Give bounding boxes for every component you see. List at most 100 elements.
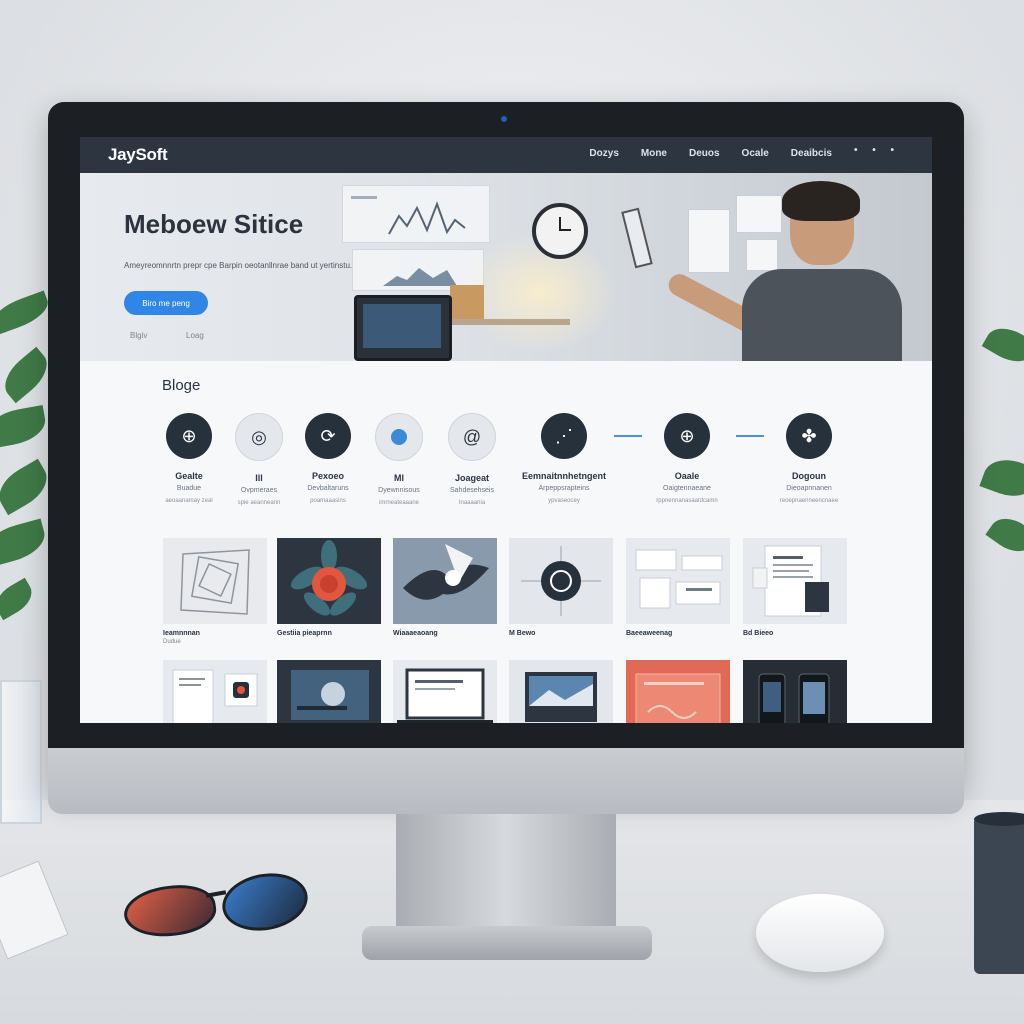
category-item[interactable]: ⊕ Oaale Oaigtennaeane rppnennanasaatdcam… bbox=[641, 413, 733, 504]
hero-subtitle: Ameyreomnnrtn prepr cpe Barpin oeotanlln… bbox=[124, 261, 353, 270]
orbit-icon: ⟳ bbox=[305, 413, 351, 459]
water-glass bbox=[0, 680, 42, 824]
category-desc: ypvaseocey bbox=[548, 498, 580, 504]
card-title: M Bewo bbox=[509, 630, 536, 637]
category-desc: Dieoapnnanen bbox=[786, 485, 832, 492]
flower-icon: ✤ bbox=[786, 413, 832, 459]
blog-card[interactable] bbox=[393, 660, 497, 723]
blog-card[interactable]: Wiaaaeaoang bbox=[393, 538, 497, 639]
tablet-icon bbox=[621, 207, 653, 269]
hero-banner: Meboew Sitice Ameyreomnnrtn prepr cpe Ba… bbox=[80, 173, 932, 361]
globe-icon: ⊕ bbox=[664, 413, 710, 459]
blog-card[interactable] bbox=[277, 660, 381, 723]
laptop-icon bbox=[354, 295, 452, 361]
card-thumbnail bbox=[509, 538, 613, 624]
category-desc: Sahdesehseis bbox=[450, 487, 494, 494]
geometric-art-icon bbox=[180, 549, 250, 615]
connector-line bbox=[614, 435, 642, 437]
hero-title: Meboew Sitice bbox=[124, 209, 304, 239]
category-name: Dogoun bbox=[792, 471, 826, 481]
chart-icon: ⋰ bbox=[541, 413, 587, 459]
laptop-icon bbox=[397, 668, 493, 723]
card-title: Baeeaweenag bbox=[626, 630, 673, 637]
nav-link[interactable]: Mone bbox=[641, 148, 667, 159]
card-thumbnail bbox=[743, 660, 847, 723]
nav-link[interactable]: Dozys bbox=[589, 148, 618, 159]
blog-card[interactable]: Ieamnnnan Dudue bbox=[163, 538, 267, 645]
nav-link[interactable]: Deuos bbox=[689, 148, 720, 159]
wall-clock-icon bbox=[532, 203, 588, 259]
category-name: Joageat bbox=[454, 473, 489, 483]
section-title: Bloge bbox=[162, 377, 201, 394]
blog-card[interactable] bbox=[743, 660, 847, 723]
card-thumbnail bbox=[393, 538, 497, 624]
card-thumbnail bbox=[626, 660, 730, 723]
screen-icon bbox=[291, 670, 369, 720]
hero-link[interactable]: Loag bbox=[186, 331, 204, 340]
category-desc: Oaigtennaeane bbox=[663, 485, 711, 492]
rose-icon bbox=[290, 540, 368, 616]
blog-card[interactable] bbox=[626, 660, 730, 723]
nav-link[interactable]: Ocale bbox=[742, 148, 769, 159]
ui-mockup-icon bbox=[635, 549, 723, 609]
website-screen: JaySoft Dozys Mone Deuos Ocale Deaibcis … bbox=[80, 137, 932, 723]
mug-icon bbox=[974, 818, 1024, 974]
desk-illustration bbox=[440, 319, 570, 325]
category-desc: rppnennanasaatdcamn bbox=[656, 498, 718, 504]
document-icon bbox=[172, 669, 258, 723]
nav-links: Dozys Mone Deuos Ocale Deaibcis • • • bbox=[589, 145, 900, 159]
card-thumbnail bbox=[743, 538, 847, 624]
connector-line bbox=[736, 435, 764, 437]
blog-card[interactable]: Bd Bieeo bbox=[743, 538, 847, 639]
category-item[interactable]: @ Joageat Sahdesehseis Inaaaania bbox=[426, 413, 518, 506]
category-item[interactable]: ✤ Dogoun Dieoapnnanen reoepnaenneencnaee bbox=[763, 413, 855, 504]
card-title: Gestiia pieaprnn bbox=[277, 630, 332, 637]
card-thumbnail bbox=[626, 538, 730, 624]
webcam-icon bbox=[501, 116, 507, 122]
card-thumbnail bbox=[393, 660, 497, 723]
blog-card[interactable]: Baeeaweenag bbox=[626, 538, 730, 639]
target-icon bbox=[521, 546, 601, 616]
monitor-chin bbox=[48, 748, 964, 814]
category-desc: Inaaaania bbox=[458, 500, 486, 506]
blog-card[interactable] bbox=[509, 660, 613, 723]
category-name: Oaale bbox=[674, 471, 700, 481]
nav-link[interactable]: Deaibcis bbox=[791, 148, 832, 159]
hero-cta-button[interactable]: Biro me peng bbox=[124, 291, 208, 315]
monitor-stand bbox=[396, 814, 616, 934]
circle-icon bbox=[375, 413, 423, 461]
blog-card[interactable]: M Bewo bbox=[509, 538, 613, 639]
more-menu-icon[interactable]: • • • bbox=[854, 145, 900, 159]
globe-icon: ⊕ bbox=[166, 413, 212, 459]
document-icon bbox=[752, 545, 829, 617]
card-thumbnail bbox=[277, 660, 381, 723]
category-desc: reoepnaenneencnaee bbox=[779, 498, 839, 504]
card-thumbnail bbox=[163, 538, 267, 624]
monitor-icon bbox=[525, 672, 597, 722]
card-title: Bd Bieeo bbox=[743, 630, 774, 637]
category-name: Eemnaitnnhetngent bbox=[521, 471, 606, 481]
hero-link[interactable]: Blgiv bbox=[130, 331, 147, 340]
wave-card-icon bbox=[635, 673, 721, 723]
person-hair bbox=[782, 181, 860, 221]
spiral-icon: @ bbox=[448, 413, 496, 461]
plant-right bbox=[978, 320, 1024, 570]
wall-sketch bbox=[736, 195, 782, 233]
person-body bbox=[742, 269, 902, 361]
category-desc: Arpeppsrapteins bbox=[538, 485, 590, 492]
top-nav: JaySoft Dozys Mone Deuos Ocale Deaibcis … bbox=[80, 137, 932, 173]
blog-card[interactable]: Gestiia pieaprnn bbox=[277, 538, 381, 639]
swirl-icon: ◎ bbox=[235, 413, 283, 461]
card-thumbnail bbox=[509, 660, 613, 723]
bird-icon bbox=[403, 544, 489, 600]
category-item[interactable]: ⋰ Eemnaitnnhetngent Arpeppsrapteins ypva… bbox=[518, 413, 610, 504]
pencil-cup-icon bbox=[450, 285, 484, 319]
wall-sketch bbox=[688, 209, 730, 273]
monitor-base bbox=[362, 926, 652, 960]
card-subtitle: Dudue bbox=[163, 639, 181, 645]
mouse-icon[interactable] bbox=[756, 894, 884, 972]
blog-card[interactable] bbox=[163, 660, 267, 723]
brand-logo[interactable]: JaySoft bbox=[108, 145, 168, 165]
card-thumbnail bbox=[163, 660, 267, 723]
card-title: Ieamnnnan bbox=[163, 630, 200, 637]
